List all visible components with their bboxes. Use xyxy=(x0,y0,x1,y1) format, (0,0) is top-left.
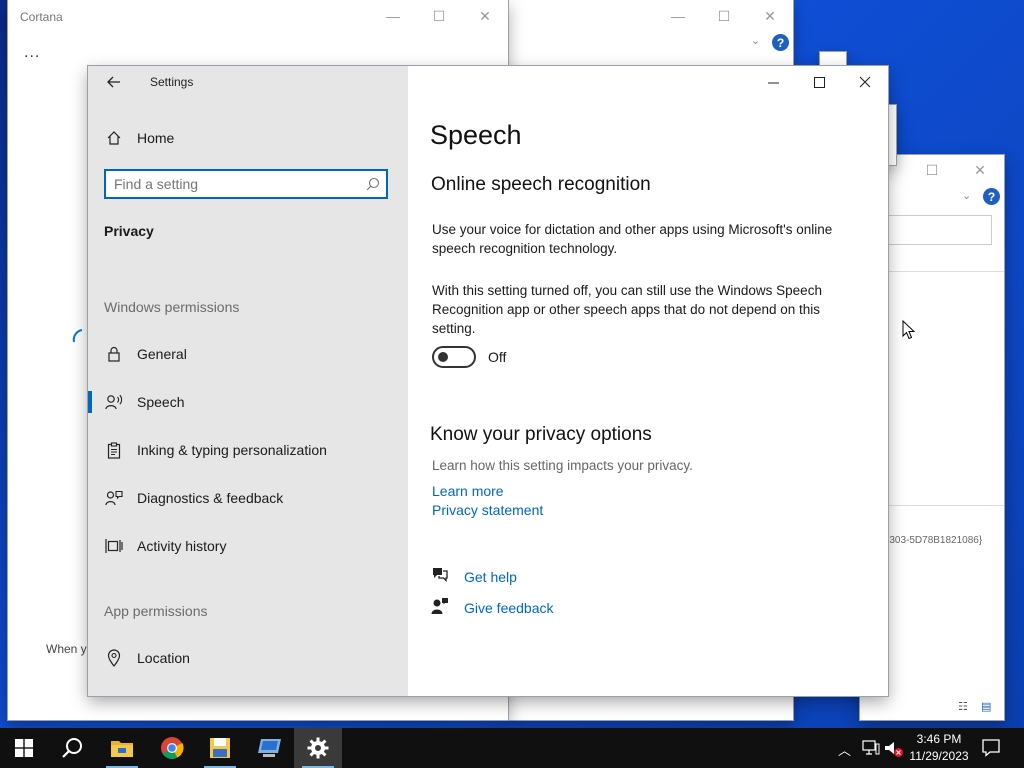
cortana-title: Cortana xyxy=(20,10,63,24)
start-button[interactable] xyxy=(0,728,48,768)
search-button[interactable] xyxy=(48,728,96,768)
gear-icon xyxy=(307,737,329,759)
settings-content: Speech Online speech recognition Use you… xyxy=(408,66,888,696)
close-icon[interactable]: ✕ xyxy=(960,155,1000,185)
privacy-options-heading: Know your privacy options xyxy=(430,424,652,445)
nav-home-label: Home xyxy=(137,130,175,146)
volume-muted-icon[interactable] xyxy=(884,740,904,758)
nav-general[interactable]: General xyxy=(88,334,408,374)
category-title: Privacy xyxy=(104,223,154,239)
toggle-knob xyxy=(438,352,448,362)
give-feedback-link[interactable]: Give feedback xyxy=(464,600,554,616)
nav-inking-typing[interactable]: Inking & typing personalization xyxy=(88,430,408,470)
maximize-icon[interactable]: ☐ xyxy=(701,0,747,32)
settings-window[interactable]: Settings Home Privacy Windows permission… xyxy=(88,66,888,696)
network-icon[interactable] xyxy=(862,740,880,756)
clipboard-icon xyxy=(105,441,123,459)
remote-desktop-taskbar-button[interactable] xyxy=(246,728,294,768)
feedback-person-icon xyxy=(105,489,123,507)
minimize-icon[interactable]: — xyxy=(370,0,416,32)
minimize-icon xyxy=(767,82,779,83)
help-icon[interactable]: ? xyxy=(983,188,1000,205)
nav-diagnostics[interactable]: Diagnostics & feedback xyxy=(88,478,408,518)
arrow-left-icon xyxy=(107,76,120,88)
loading-spinner-icon xyxy=(72,329,83,343)
nav-location[interactable]: Location xyxy=(88,638,408,678)
speech-toggle[interactable] xyxy=(432,346,476,368)
section-app-permissions: App permissions xyxy=(104,603,208,619)
help-icon[interactable]: ? xyxy=(772,34,789,51)
online-speech-heading: Online speech recognition xyxy=(431,174,651,195)
tray-chevron-up-icon[interactable]: ︿ xyxy=(838,740,851,759)
back-button[interactable] xyxy=(98,70,130,94)
location-pin-icon xyxy=(105,649,123,667)
close-icon xyxy=(859,76,871,88)
notifications-icon[interactable] xyxy=(982,739,1000,757)
speech-icon xyxy=(105,393,123,411)
maximize-icon[interactable]: ☐ xyxy=(416,0,462,32)
maximize-icon xyxy=(813,76,825,88)
nav-inking-typing-label: Inking & typing personalization xyxy=(137,442,327,458)
clock-time: 3:46 PM xyxy=(916,732,962,746)
get-help-link[interactable]: Get help xyxy=(464,569,517,585)
timeline-icon xyxy=(105,537,123,555)
close-icon[interactable]: ✕ xyxy=(462,0,508,32)
large-icons-view-icon[interactable]: ▤ xyxy=(981,700,991,713)
settings-sidebar: Settings Home Privacy Windows permission… xyxy=(88,66,408,696)
notepad-taskbar-button[interactable] xyxy=(196,728,244,768)
maximize-button[interactable] xyxy=(796,66,842,98)
minimize-button[interactable] xyxy=(750,66,796,98)
learn-more-link[interactable]: Learn more xyxy=(432,483,504,499)
mouse-cursor-icon xyxy=(902,320,916,340)
clock[interactable]: 3:46 PM 11/29/2023 xyxy=(904,731,974,765)
search-input[interactable] xyxy=(114,175,354,193)
guid-text: }303-5D78B1821086} xyxy=(886,535,983,546)
page-title: Speech xyxy=(430,120,522,150)
speech-description: Use your voice for dictation and other a… xyxy=(432,222,833,256)
nav-activity-history[interactable]: Activity history xyxy=(88,526,408,566)
nav-diagnostics-label: Diagnostics & feedback xyxy=(137,490,284,506)
folder-icon xyxy=(111,741,133,757)
speech-off-description: With this setting turned off, you can st… xyxy=(432,283,822,336)
minimize-icon[interactable]: — xyxy=(655,0,701,32)
chrome-icon xyxy=(161,737,184,759)
divider xyxy=(888,505,1004,506)
section-windows-permissions: Windows permissions xyxy=(104,299,240,315)
windows-logo-icon xyxy=(15,739,33,757)
nav-activity-history-label: Activity history xyxy=(137,538,227,554)
privacy-statement-link[interactable]: Privacy statement xyxy=(432,502,543,518)
settings-taskbar-button[interactable] xyxy=(294,728,342,768)
save-disk-icon xyxy=(210,738,230,758)
lock-icon xyxy=(105,345,123,363)
details-view-icon[interactable]: ☷ xyxy=(958,700,968,713)
chrome-taskbar-button[interactable] xyxy=(148,728,196,768)
address-field[interactable] xyxy=(888,215,992,245)
nav-speech[interactable]: Speech xyxy=(88,382,408,422)
nav-home[interactable]: Home xyxy=(88,118,408,158)
close-button[interactable] xyxy=(842,66,888,98)
divider xyxy=(888,271,1004,272)
give-feedback-icon xyxy=(431,598,448,614)
search-icon xyxy=(62,738,82,758)
file-explorer-taskbar-button[interactable] xyxy=(98,728,146,768)
get-help-icon xyxy=(433,568,448,582)
cortana-partial-text: When y xyxy=(46,642,87,656)
search-icon[interactable] xyxy=(366,177,380,191)
nav-speech-label: Speech xyxy=(137,394,185,410)
close-icon[interactable]: ✕ xyxy=(747,0,793,32)
clock-date: 11/29/2023 xyxy=(909,749,969,763)
home-icon xyxy=(105,129,123,147)
more-options-button[interactable]: ... xyxy=(24,44,40,62)
monitor-icon xyxy=(258,739,281,757)
privacy-description: Learn how this setting impacts your priv… xyxy=(432,458,693,473)
chevron-down-icon[interactable]: ⌄ xyxy=(962,189,971,202)
nav-general-label: General xyxy=(137,346,187,362)
nav-location-label: Location xyxy=(137,650,190,666)
app-title: Settings xyxy=(150,75,194,89)
taskbar: ︿ 3:46 PM 11/29/2023 xyxy=(0,728,1024,768)
search-box[interactable] xyxy=(104,169,388,199)
maximize-icon[interactable]: ☐ xyxy=(912,155,952,185)
chevron-down-icon[interactable]: ⌄ xyxy=(751,34,760,47)
toggle-state-label: Off xyxy=(488,349,507,365)
